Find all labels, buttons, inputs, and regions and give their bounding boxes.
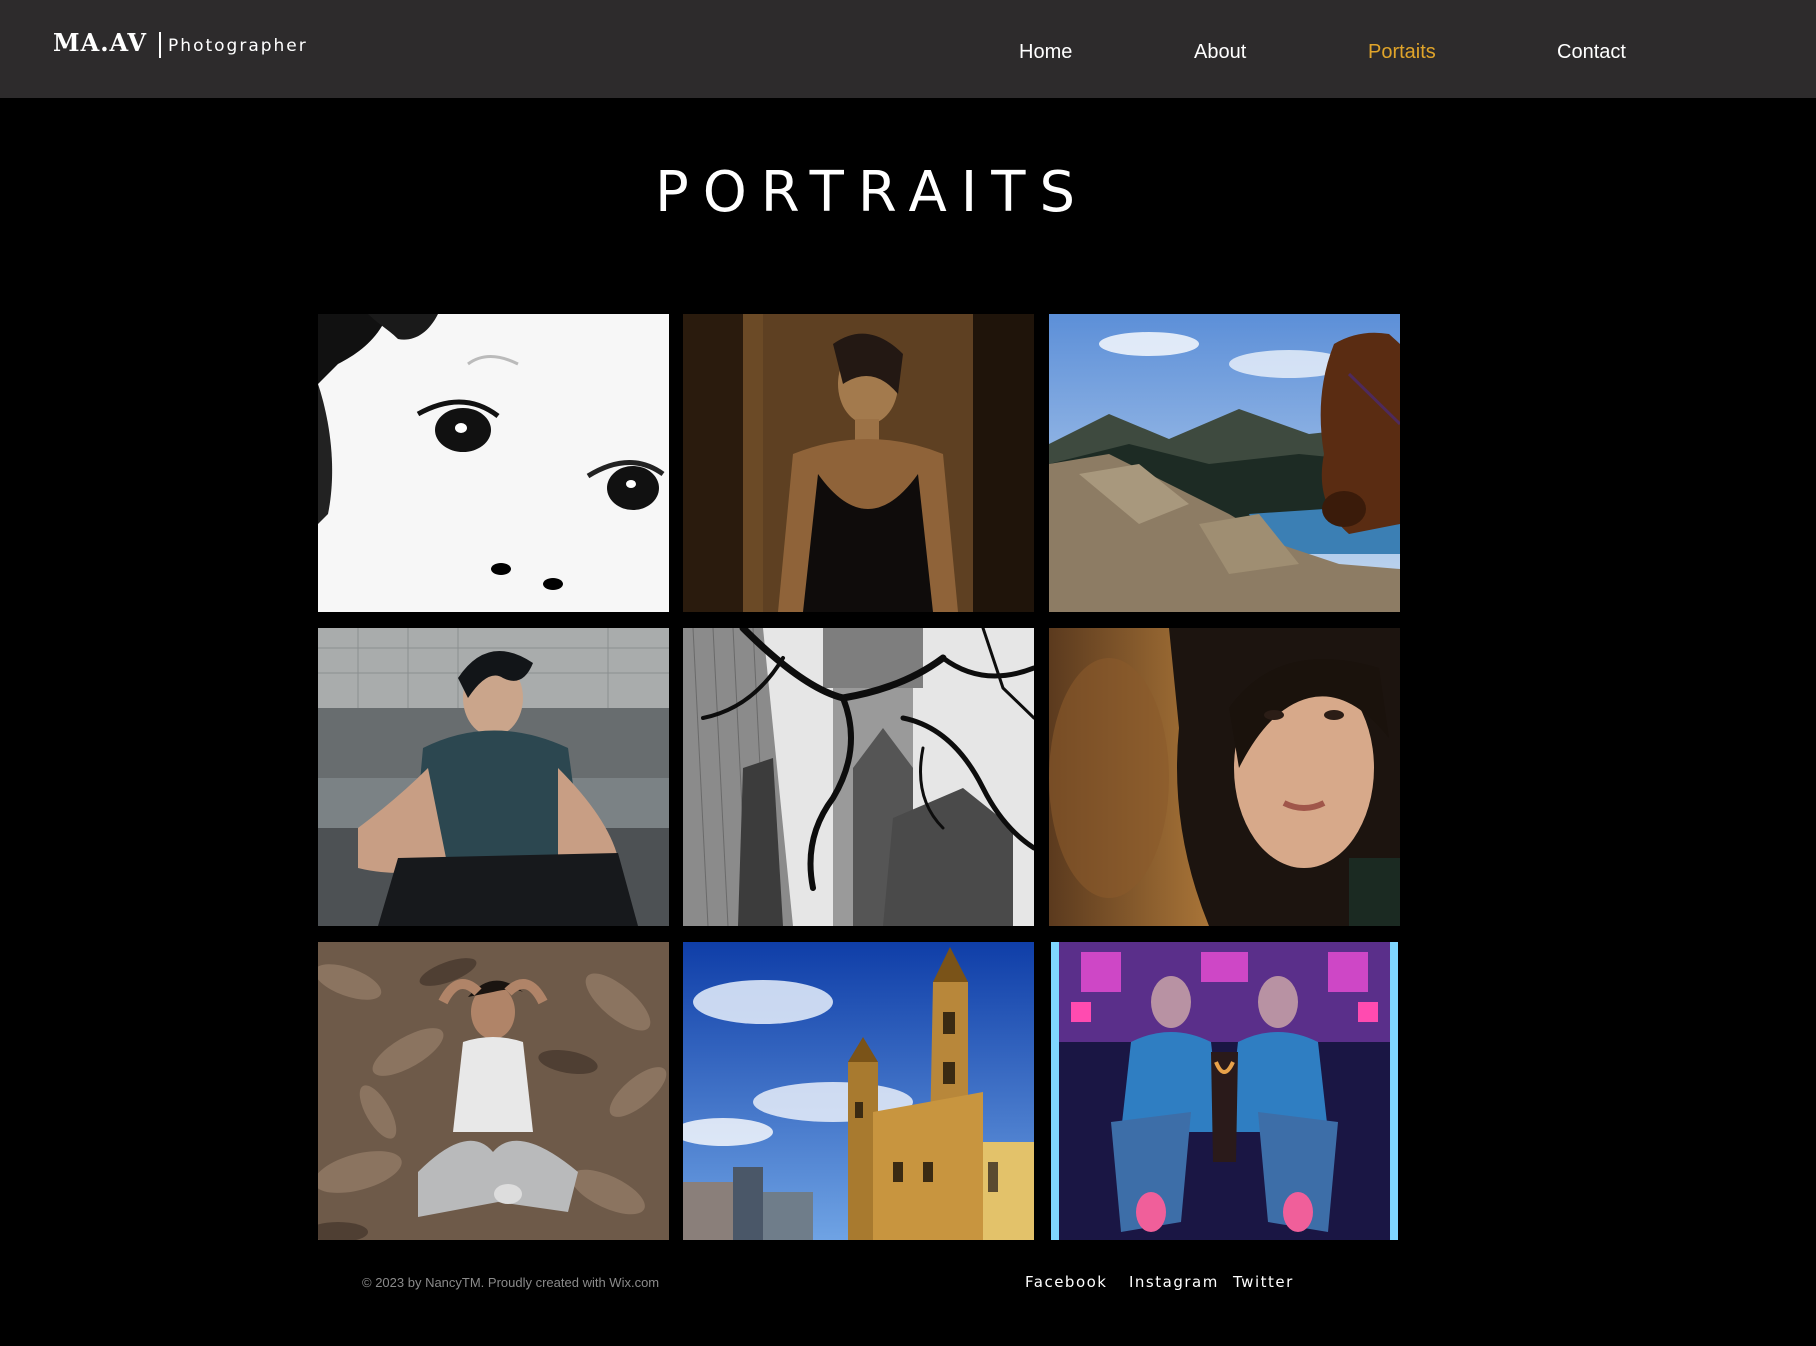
footer-copyright: © 2023 by NancyTM. Proudly created with … bbox=[362, 1275, 660, 1290]
page-title: PORTRAITS bbox=[654, 160, 1090, 225]
photo-horse-mountains[interactable] bbox=[1049, 314, 1400, 612]
photo-woman-closeup[interactable] bbox=[1049, 628, 1400, 926]
nav-item-portraits[interactable]: Portaits bbox=[1368, 41, 1436, 64]
photo-woman-doorway[interactable] bbox=[683, 314, 1034, 612]
nav-item-home[interactable]: Home bbox=[1019, 41, 1072, 64]
photo-neon-mirror[interactable] bbox=[1051, 942, 1398, 1240]
nav-item-contact[interactable]: Contact bbox=[1557, 41, 1626, 64]
photo-cathedral[interactable] bbox=[683, 942, 1034, 1240]
social-link-facebook[interactable]: Facebook bbox=[1025, 1273, 1107, 1291]
nav-item-about[interactable]: About bbox=[1194, 41, 1246, 64]
social-link-instagram[interactable]: Instagram bbox=[1129, 1273, 1219, 1291]
photo-man-sitting[interactable] bbox=[318, 628, 669, 926]
photo-gothic-tower[interactable] bbox=[683, 628, 1034, 926]
main-nav: Home About Portaits Contact bbox=[0, 41, 1816, 71]
social-link-twitter[interactable]: Twitter bbox=[1233, 1273, 1294, 1291]
photo-woman-leaves[interactable] bbox=[318, 942, 669, 1240]
site-header: MA.AV Photographer Home About Portaits C… bbox=[0, 0, 1816, 98]
photo-child-face[interactable] bbox=[318, 314, 669, 612]
